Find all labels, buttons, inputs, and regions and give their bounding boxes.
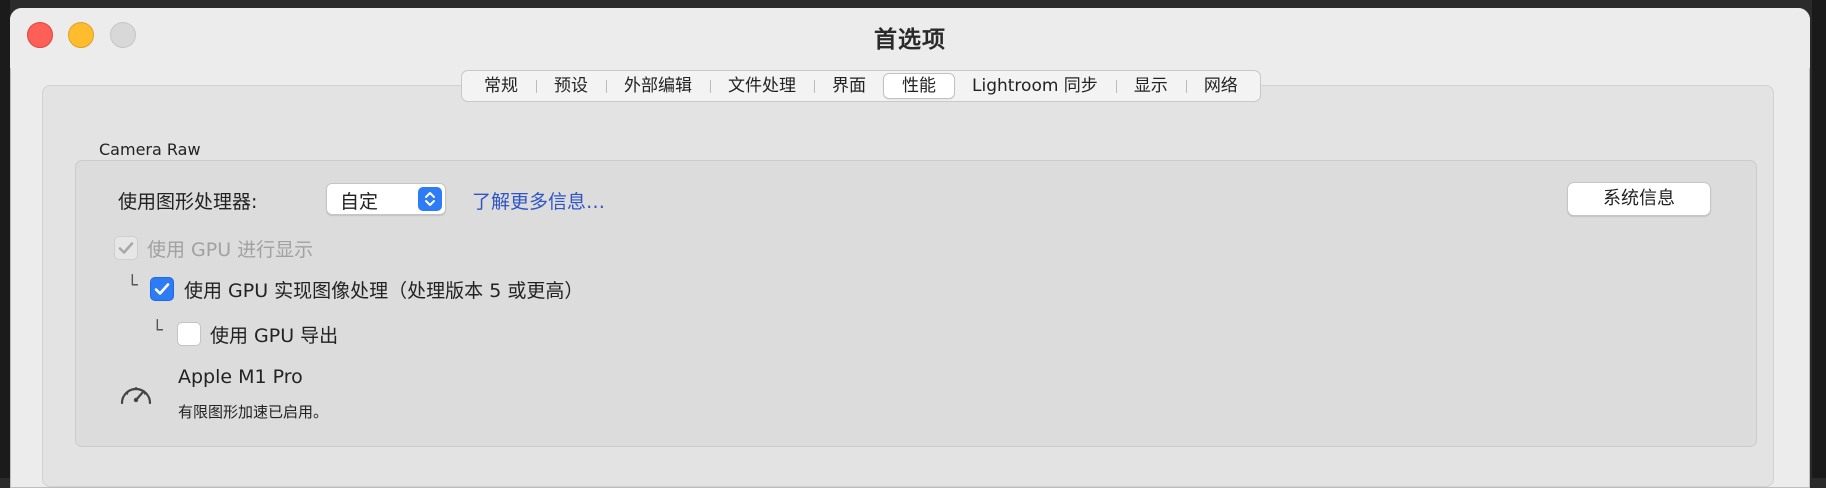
learn-more-link[interactable]: 了解更多信息…: [472, 187, 605, 214]
gpu-name: Apple M1 Pro: [178, 366, 303, 388]
gpu-export-label: 使用 GPU 导出: [210, 325, 339, 347]
gpu-display-label: 使用 GPU 进行显示: [147, 239, 314, 261]
gpu-image-processing-label: 使用 GPU 实现图像处理（处理版本 5 或更高）: [184, 280, 584, 302]
window-title: 首选项: [874, 27, 946, 53]
tab-network[interactable]: 网络: [1185, 74, 1256, 98]
tab-general[interactable]: 常规: [466, 74, 536, 98]
gpu-export-checkbox[interactable]: [177, 322, 201, 346]
checkmark-icon: [154, 283, 170, 295]
gpu-processor-select[interactable]: 自定: [326, 183, 446, 215]
tab-performance[interactable]: 性能: [884, 74, 954, 98]
tree-connector: └: [127, 275, 138, 296]
tab-display[interactable]: 显示: [1115, 74, 1186, 98]
tab-presets[interactable]: 预设: [536, 74, 606, 98]
speedometer-icon: [118, 379, 154, 407]
system-info-button[interactable]: 系统信息: [1567, 182, 1711, 216]
background-left-strip: [0, 0, 10, 478]
tab-lightroom-sync[interactable]: Lightroom 同步: [954, 74, 1116, 98]
gpu-display-checkbox: [114, 236, 138, 260]
gpu-processor-value: 自定: [340, 191, 379, 213]
gpu-processor-label: 使用图形处理器:: [118, 191, 258, 213]
title-bar: 首选项: [10, 8, 1810, 68]
tab-interface[interactable]: 界面: [814, 74, 884, 98]
checkmark-icon: [118, 242, 134, 254]
tab-external-editing[interactable]: 外部编辑: [606, 74, 710, 98]
gpu-image-processing-checkbox[interactable]: [150, 277, 174, 301]
tree-connector: └: [152, 320, 163, 341]
background-right-strip: [1812, 0, 1826, 478]
section-label-camera-raw: Camera Raw: [99, 140, 201, 159]
tab-bar: 常规 预设 外部编辑 文件处理 界面 性能 Lightroom 同步 显示 网络: [461, 70, 1261, 102]
chevron-updown-icon: [418, 187, 442, 211]
gpu-status: 有限图形加速已启用。: [178, 403, 329, 421]
tab-file-handling[interactable]: 文件处理: [710, 74, 814, 98]
